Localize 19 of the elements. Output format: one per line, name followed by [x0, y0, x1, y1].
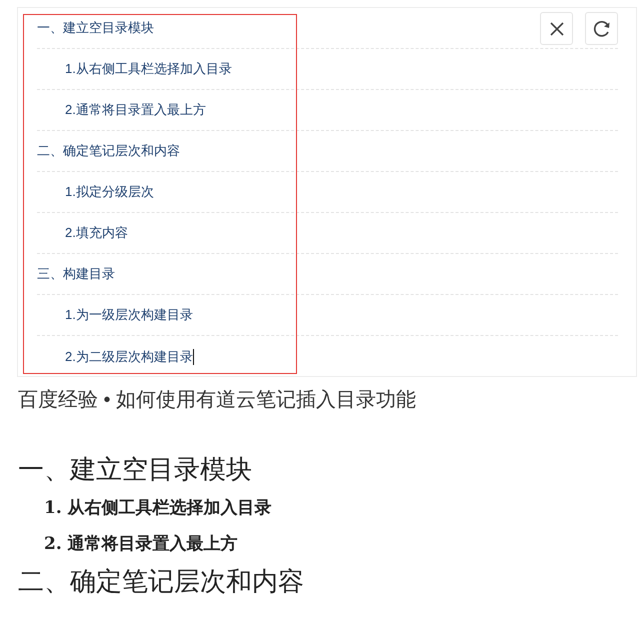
toc-link[interactable]: 2.为二级层次构建目录 [65, 346, 193, 366]
caption: 百度经验 • 如何使用有道云笔记插入目录功能 [18, 388, 418, 413]
close-icon [550, 22, 564, 36]
toc-link[interactable]: 1.拟定分级层次 [65, 182, 154, 202]
toc-link[interactable]: 一、建立空目录模块 [37, 18, 154, 38]
toc-link[interactable]: 2.填充内容 [65, 223, 128, 243]
toc-link[interactable]: 二、确定笔记层次和内容 [37, 141, 180, 161]
refresh-button[interactable] [585, 12, 618, 45]
toc-link[interactable]: 1.从右侧工具栏选择加入目录 [65, 59, 232, 79]
close-button[interactable] [540, 12, 573, 45]
section-heading: 二、确定笔记层次和内容 [18, 566, 305, 599]
section-heading: 一、建立空目录模块 [18, 454, 253, 487]
list-item: 1. 从右侧工具栏选择加入目录 [44, 497, 273, 520]
toc-link[interactable]: 2.通常将目录置入最上方 [65, 100, 206, 120]
toc-link[interactable]: 1.为一级层次构建目录 [65, 305, 193, 325]
toc-link[interactable]: 三、构建目录 [37, 264, 115, 284]
refresh-icon [592, 18, 612, 38]
list-item: 2. 通常将目录置入最上方 [44, 533, 239, 556]
text-cursor [192, 348, 194, 364]
